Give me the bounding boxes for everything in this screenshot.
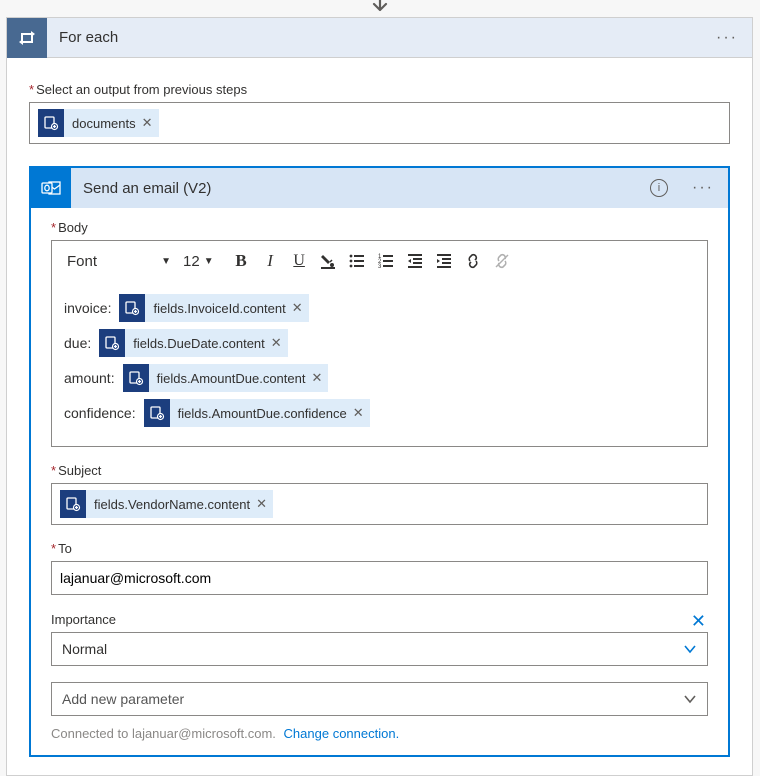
token-invoiceid[interactable]: fields.InvoiceId.content ✕	[119, 294, 308, 322]
bullet-list-button[interactable]	[344, 248, 371, 275]
output-field[interactable]: documents ✕	[29, 102, 730, 144]
token-icon	[99, 329, 125, 357]
token-remove-icon[interactable]: ✕	[142, 115, 153, 131]
subject-label: *Subject	[51, 463, 708, 478]
outdent-button[interactable]	[402, 248, 429, 275]
to-field[interactable]	[51, 561, 708, 595]
font-family-select[interactable]: Font▼	[61, 247, 175, 275]
send-email-header[interactable]: Send an email (V2) i ···	[31, 168, 728, 208]
row-invoice-label: invoice:	[64, 300, 111, 316]
token-documents[interactable]: documents ✕	[38, 109, 159, 137]
number-list-button[interactable]: 123	[373, 248, 400, 275]
svg-text:3: 3	[378, 264, 382, 270]
body-content[interactable]: invoice: fields.InvoiceId.content ✕ due:	[52, 281, 707, 446]
add-parameter-select[interactable]: Add new parameter	[51, 682, 708, 716]
change-connection-link[interactable]: Change connection.	[284, 726, 400, 741]
row-amount-label: amount:	[64, 370, 115, 386]
importance-remove-icon[interactable]: ✕	[689, 611, 708, 632]
token-confidence[interactable]: fields.AmountDue.confidence ✕	[144, 399, 370, 427]
token-remove-icon[interactable]: ✕	[353, 405, 364, 421]
subject-field[interactable]: fields.VendorName.content ✕	[51, 483, 708, 525]
token-remove-icon[interactable]: ✕	[292, 300, 303, 316]
font-color-button[interactable]	[315, 248, 342, 275]
info-icon[interactable]: i	[650, 179, 668, 197]
foreach-title: For each	[47, 29, 702, 46]
token-label: documents	[72, 116, 136, 131]
font-size-select[interactable]: 12▼	[177, 247, 218, 275]
chevron-down-icon	[683, 642, 697, 656]
send-email-menu-button[interactable]: ···	[678, 179, 728, 197]
underline-button[interactable]: U	[286, 248, 313, 275]
loop-icon	[7, 18, 47, 58]
to-label: *To	[51, 541, 708, 556]
chevron-down-icon	[683, 692, 697, 706]
foreach-header[interactable]: For each ···	[7, 18, 752, 58]
flow-arrow-icon	[370, 0, 390, 16]
token-icon	[60, 490, 86, 518]
importance-label: Importance	[51, 612, 116, 627]
token-remove-icon[interactable]: ✕	[256, 496, 267, 512]
unlink-button	[489, 248, 516, 275]
token-remove-icon[interactable]: ✕	[271, 335, 282, 351]
token-icon	[38, 109, 64, 137]
token-icon	[123, 364, 149, 392]
bold-button[interactable]: B	[228, 248, 255, 275]
foreach-menu-button[interactable]: ···	[702, 29, 752, 47]
send-email-card: Send an email (V2) i ··· *Body Font▼ 12▼…	[29, 166, 730, 757]
output-label: *Select an output from previous steps	[29, 82, 730, 97]
token-vendorname[interactable]: fields.VendorName.content ✕	[60, 490, 273, 518]
token-duedate[interactable]: fields.DueDate.content ✕	[99, 329, 287, 357]
send-email-title: Send an email (V2)	[71, 180, 650, 197]
body-label: *Body	[51, 220, 708, 235]
connection-footer: Connected to lajanuar@microsoft.com. Cha…	[51, 726, 708, 741]
rte-toolbar: Font▼ 12▼ B I U	[52, 241, 707, 281]
indent-button[interactable]	[431, 248, 458, 275]
row-confidence-label: confidence:	[64, 405, 136, 421]
foreach-card: For each ··· *Select an output from prev…	[6, 17, 753, 776]
token-icon	[144, 399, 170, 427]
link-button[interactable]	[460, 248, 487, 275]
body-editor[interactable]: Font▼ 12▼ B I U	[51, 240, 708, 447]
token-icon	[119, 294, 145, 322]
token-remove-icon[interactable]: ✕	[311, 370, 322, 386]
italic-button[interactable]: I	[257, 248, 284, 275]
token-amountdue[interactable]: fields.AmountDue.content ✕	[123, 364, 329, 392]
outlook-icon	[31, 168, 71, 208]
to-input[interactable]	[60, 570, 699, 586]
row-due-label: due:	[64, 335, 91, 351]
importance-select[interactable]: Normal	[51, 632, 708, 666]
